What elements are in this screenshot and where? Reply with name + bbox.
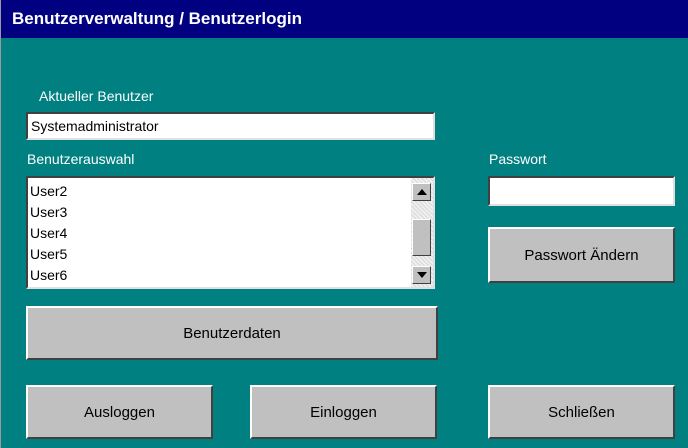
list-item[interactable]: User4	[30, 223, 67, 244]
list-item[interactable]: User6	[30, 265, 67, 286]
user-management-window: Benutzerverwaltung / Benutzerlogin Aktue…	[0, 0, 688, 448]
list-item[interactable]: User3	[30, 202, 67, 223]
password-label: Passwort	[489, 151, 547, 167]
user-list: User2 User3 User4 User5 User6	[30, 181, 67, 286]
scroll-thumb[interactable]	[412, 219, 431, 256]
user-data-button[interactable]: Benutzerdaten	[26, 306, 438, 360]
list-item[interactable]: User2	[30, 181, 67, 202]
scroll-up-button[interactable]	[412, 183, 431, 201]
scroll-down-button[interactable]	[412, 266, 431, 284]
login-button[interactable]: Einloggen	[250, 385, 437, 439]
arrow-up-icon	[417, 189, 427, 195]
user-selection-listbox[interactable]: User2 User3 User4 User5 User6	[26, 176, 435, 289]
close-button[interactable]: Schließen	[488, 385, 675, 439]
current-user-field[interactable]: Systemadministrator	[26, 112, 435, 140]
logout-button[interactable]: Ausloggen	[26, 385, 213, 439]
arrow-down-icon	[417, 272, 427, 278]
list-item[interactable]: User5	[30, 244, 67, 265]
change-password-button[interactable]: Passwort Ändern	[488, 227, 675, 283]
user-selection-label: Benutzerauswahl	[27, 151, 135, 167]
current-user-label: Aktueller Benutzer	[39, 88, 154, 104]
list-scrollbar[interactable]	[411, 178, 433, 287]
password-field[interactable]	[488, 176, 675, 206]
window-title: Benutzerverwaltung / Benutzerlogin	[1, 0, 688, 38]
